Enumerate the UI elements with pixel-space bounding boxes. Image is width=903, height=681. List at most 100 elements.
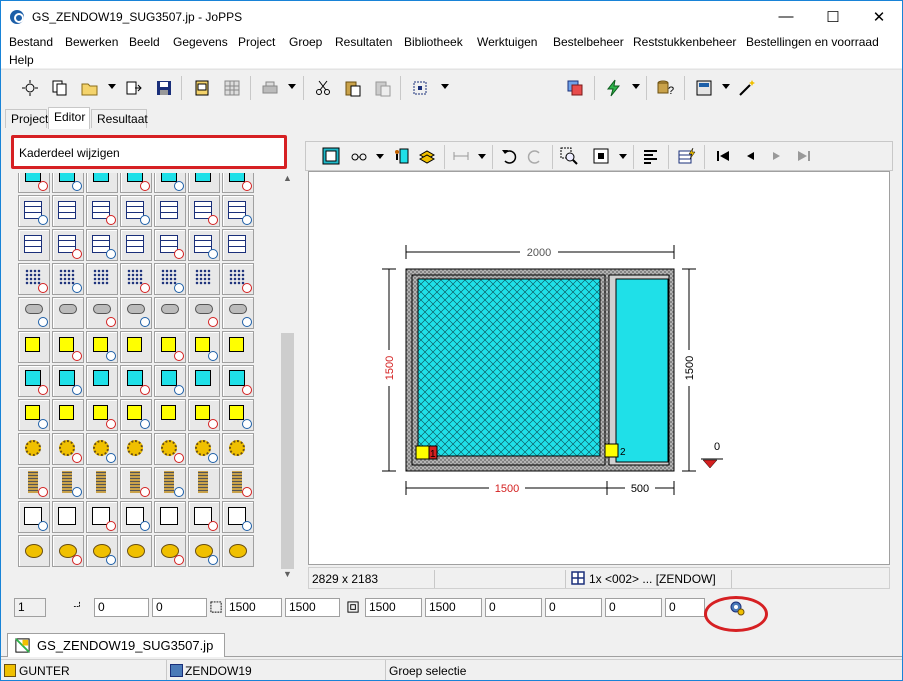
tool-button[interactable] [154,399,186,431]
tool-button[interactable] [188,501,220,533]
tool-button[interactable] [52,501,84,533]
tool-button[interactable] [52,195,84,227]
zoom-dropdown-icon[interactable] [619,154,627,159]
layers-icon[interactable] [416,145,438,167]
tool-button[interactable] [86,467,118,499]
tool-button[interactable] [52,331,84,363]
align-left-icon[interactable] [640,145,662,167]
paste-icon[interactable] [342,77,364,99]
tool-button[interactable] [222,229,254,261]
menu-beeld[interactable]: Beeld [129,35,160,49]
tool-button[interactable] [154,501,186,533]
counter-field[interactable]: 1 [14,598,46,617]
tool-button[interactable] [222,467,254,499]
tool-button[interactable] [52,297,84,329]
menu-bestelbeheer[interactable]: Bestelbeheer [553,35,624,49]
outer-height-field[interactable]: 1500 [425,598,482,617]
frame-select-dropdown-icon[interactable] [441,84,449,89]
tool-button[interactable] [188,331,220,363]
tool-button[interactable] [188,195,220,227]
person-icon[interactable] [390,145,412,167]
tool-button[interactable] [120,535,152,567]
width-field[interactable]: 1500 [225,598,282,617]
menu-project[interactable]: Project [238,35,275,49]
glasses-icon[interactable] [348,145,370,167]
previous-record-icon[interactable] [739,145,761,167]
outer-width-field[interactable]: 1500 [365,598,422,617]
offset-field-1[interactable]: 0 [485,598,542,617]
tool-button[interactable] [120,365,152,397]
tab-editor[interactable]: Editor [48,107,90,129]
tool-button[interactable] [188,467,220,499]
tool-panel-scrollbar[interactable]: ▲ ▼ [279,173,296,583]
close-button[interactable]: ✕ [856,1,902,32]
menu-resultaten[interactable]: Resultaten [335,35,392,49]
tool-button[interactable] [120,399,152,431]
tool-button[interactable] [18,365,50,397]
tool-button[interactable] [86,297,118,329]
undo-icon[interactable] [498,145,520,167]
open-dropdown-icon[interactable] [108,84,116,89]
tool-button[interactable] [120,173,152,193]
settings-gear-icon[interactable] [728,599,746,617]
document-tab[interactable]: GS_ZENDOW19_SUG3507.jp [7,633,225,657]
tool-button[interactable] [52,173,84,193]
tool-button[interactable] [154,365,186,397]
tool-button[interactable] [86,263,118,295]
save-icon[interactable] [153,77,175,99]
measure-icon[interactable] [450,145,472,167]
tool-button[interactable] [18,399,50,431]
tool-button[interactable] [120,433,152,465]
tool-button[interactable] [52,467,84,499]
tool-button[interactable] [18,173,50,193]
tool-button[interactable] [188,173,220,193]
tool-button[interactable] [222,433,254,465]
tool-button[interactable] [86,331,118,363]
next-record-icon[interactable] [766,145,788,167]
paste-special-icon[interactable] [372,77,394,99]
tool-button[interactable] [222,173,254,193]
printer-dropdown-icon[interactable] [288,84,296,89]
tool-button[interactable] [18,331,50,363]
menu-bewerken[interactable]: Bewerken [65,35,118,49]
tool-button[interactable] [188,365,220,397]
tool-button[interactable] [222,365,254,397]
grid-icon[interactable] [221,77,243,99]
minimize-button[interactable]: — [763,1,809,32]
zoom-fit-icon[interactable] [590,145,612,167]
open-icon[interactable] [79,77,101,99]
offset-field-3[interactable]: 0 [605,598,662,617]
menu-bestellingen-en-voorraad[interactable]: Bestellingen en voorraad [746,35,879,49]
measure-dropdown-icon[interactable] [478,154,486,159]
tool-button[interactable] [222,501,254,533]
copy-icon[interactable] [49,77,71,99]
tool-button[interactable] [18,433,50,465]
tool-button[interactable] [188,433,220,465]
tool-button[interactable] [18,263,50,295]
tool-button[interactable] [222,263,254,295]
tool-button[interactable] [18,535,50,567]
zoom-select-icon[interactable] [558,145,580,167]
maximize-button[interactable]: ☐ [810,1,856,32]
cut-icon[interactable] [312,77,334,99]
menu-help[interactable]: Help [9,53,34,67]
tool-button[interactable] [120,297,152,329]
menu-reststukkenbeheer[interactable]: Reststukkenbeheer [633,35,736,49]
menu-groep[interactable]: Groep [289,35,322,49]
tool-button[interactable] [154,195,186,227]
tool-button[interactable] [154,173,186,193]
tool-button[interactable] [86,399,118,431]
redo-icon[interactable] [524,145,546,167]
tool-button[interactable] [86,433,118,465]
tool-button[interactable] [86,195,118,227]
tool-button[interactable] [52,433,84,465]
tool-button[interactable] [188,229,220,261]
offset-field-4[interactable]: 0 [665,598,705,617]
last-record-icon[interactable] [793,145,815,167]
tool-button[interactable] [86,173,118,193]
tab-project[interactable]: Project [5,109,48,128]
tool-button[interactable] [222,331,254,363]
tool-button[interactable] [120,229,152,261]
lightning-icon[interactable] [603,77,625,99]
magic-wand-icon[interactable] [736,77,758,99]
